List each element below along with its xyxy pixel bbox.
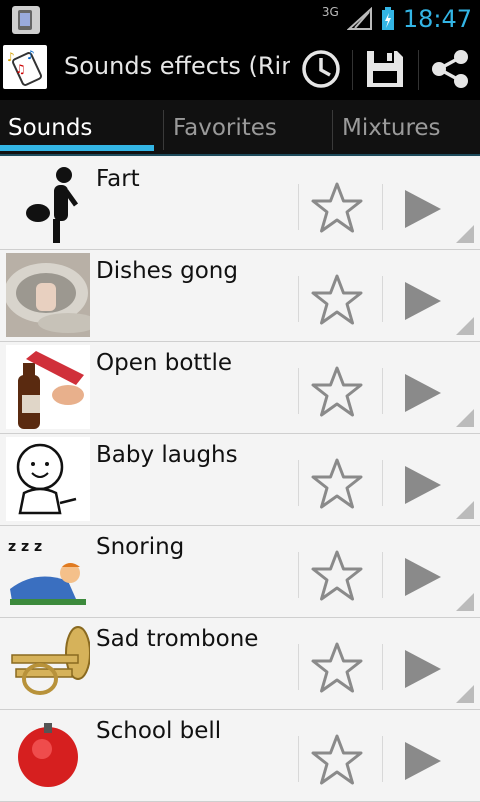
favorite-star-icon[interactable] <box>309 457 365 511</box>
tab-indicator <box>0 145 154 151</box>
history-button[interactable] <box>292 43 350 95</box>
share-icon <box>432 50 468 88</box>
play-icon[interactable] <box>401 464 443 506</box>
person-fart-icon <box>26 167 79 243</box>
tab-mixtures[interactable]: Mixtures <box>334 100 480 156</box>
corner-indicator-icon <box>456 501 474 519</box>
baby-icon <box>6 437 90 521</box>
corner-indicator-icon <box>456 225 474 243</box>
trombone-icon <box>11 626 90 695</box>
notification-icon <box>12 6 40 34</box>
sound-name: Baby laughs <box>96 442 238 468</box>
favorite-star-icon[interactable] <box>309 181 365 235</box>
list-item[interactable]: Dishes gong <box>0 250 480 342</box>
signal-icon <box>346 7 372 30</box>
battery-icon <box>381 7 394 30</box>
network-type: 3G <box>321 5 339 19</box>
list-item[interactable]: Baby laughs <box>0 434 480 526</box>
sound-name: School bell <box>96 718 222 744</box>
sleeping-person-icon: z z z <box>8 539 86 605</box>
share-button[interactable] <box>422 43 478 95</box>
favorite-star-icon[interactable] <box>309 273 365 327</box>
status-clock: 18:47 <box>402 5 472 33</box>
svg-text:♫: ♫ <box>15 62 26 76</box>
tab-favorites[interactable]: Favorites <box>165 100 331 156</box>
list-item[interactable]: School bell <box>0 710 480 802</box>
favorite-star-icon[interactable] <box>309 549 365 603</box>
bell-icon <box>18 723 78 787</box>
corner-indicator-icon <box>456 685 474 703</box>
list-item[interactable]: Fart <box>0 158 480 250</box>
list-item[interactable]: Sad trombone <box>0 618 480 710</box>
save-icon <box>367 51 403 87</box>
sound-list: Fart Dishes gong Open bottle Baby laughs… <box>0 158 480 802</box>
bottle-opener-icon <box>6 345 90 429</box>
sound-name: Open bottle <box>96 350 232 376</box>
favorite-star-icon[interactable] <box>309 733 365 787</box>
save-button[interactable] <box>356 43 414 95</box>
play-icon[interactable] <box>401 188 443 230</box>
favorite-star-icon[interactable] <box>309 365 365 419</box>
corner-indicator-icon <box>456 593 474 611</box>
svg-text:z z z: z z z <box>8 539 42 555</box>
list-item[interactable]: Open bottle <box>0 342 480 434</box>
play-icon[interactable] <box>401 740 443 782</box>
sound-name: Sad trombone <box>96 626 259 652</box>
gong-icon <box>6 253 90 337</box>
play-icon[interactable] <box>401 648 443 690</box>
play-icon[interactable] <box>401 372 443 414</box>
favorite-star-icon[interactable] <box>309 641 365 695</box>
svg-text:♪: ♪ <box>7 50 15 64</box>
status-bar: 3G 18:47 <box>0 0 480 38</box>
svg-text:♪: ♪ <box>27 48 35 62</box>
action-bar: ♪ ♫ ♪ Sounds effects (Ring <box>0 38 480 100</box>
corner-indicator-icon <box>456 409 474 427</box>
app-title: Sounds effects (Ring <box>64 52 290 80</box>
play-icon[interactable] <box>401 556 443 598</box>
app-logo-icon[interactable]: ♪ ♫ ♪ <box>3 45 47 89</box>
list-item[interactable]: z z z Snoring <box>0 526 480 618</box>
sound-name: Snoring <box>96 534 185 560</box>
corner-indicator-icon <box>456 317 474 335</box>
sound-name: Fart <box>96 166 140 192</box>
sound-name: Dishes gong <box>96 258 238 284</box>
play-icon[interactable] <box>401 280 443 322</box>
clock-icon <box>302 50 340 88</box>
